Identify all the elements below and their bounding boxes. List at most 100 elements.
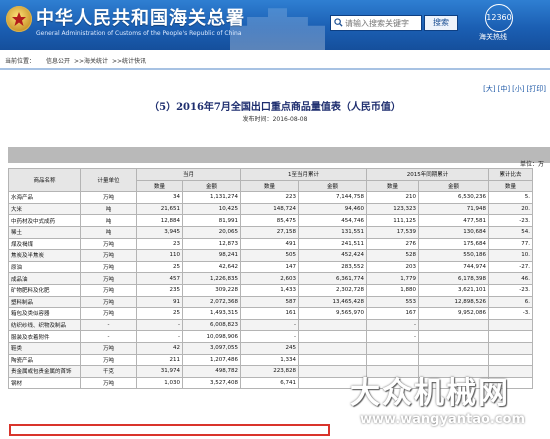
cell-ytd-qty: 2,603 (240, 272, 299, 285)
cell-ytd-qty: - (240, 318, 299, 332)
highlight-box (9, 424, 330, 436)
cell-prev-qty (366, 353, 419, 367)
cell-ytd-amt: 241,511 (298, 237, 367, 251)
cell-unit: 吨 (80, 225, 137, 239)
table-row: 陶瓷产品 万吨 211 1,207,486 1,334 (8, 353, 533, 367)
font-size-medium[interactable]: [中] (498, 85, 510, 93)
cell-prev-qty: - (366, 330, 419, 343)
table-row: 服装及衣着附件 - -10,098,906- - (8, 330, 533, 343)
cell-prev-amt (418, 330, 489, 343)
cell-ytd-amt: 131,551 (298, 225, 367, 239)
search-input[interactable] (345, 17, 419, 29)
cell-prev-qty: 276 (366, 237, 419, 251)
cell-name: 焦炭及半焦炭 (8, 249, 81, 262)
cell-unit: 千克 (80, 365, 137, 378)
cell-cmp (488, 330, 533, 343)
cell-ytd-amt: 94,460 (298, 202, 367, 216)
breadcrumb-item-info[interactable]: 信息公开 (46, 56, 70, 65)
cell-prev-qty (366, 341, 419, 355)
cell-prev-amt: 744,974 (418, 260, 489, 274)
header-divider (0, 68, 550, 70)
cell-prev-qty: - (366, 318, 419, 332)
cell-prev-amt: 3,621,101 (418, 283, 489, 297)
cell-month-qty: 25 (136, 260, 183, 274)
cell-ytd-qty: 223 (240, 191, 299, 204)
cell-name: 成品油 (8, 272, 81, 285)
cell-ytd-amt (298, 330, 367, 343)
search-button[interactable]: 搜索 (424, 15, 458, 31)
font-size-small[interactable]: [小] (512, 85, 524, 93)
hotline-label: 海关热线 (479, 33, 507, 41)
cell-unit: 万吨 (80, 353, 137, 367)
breadcrumb-item-stats[interactable]: >>海关统计 (74, 56, 108, 65)
cell-prev-amt: 9,952,086 (418, 307, 489, 320)
table-row: 水海产品 万吨 34 1,131,274 223 7,144,758 210 6,530,23… (8, 191, 533, 204)
cell-month-amt: 10,098,906 (182, 330, 241, 343)
cell-ytd-qty: 1,334 (240, 353, 299, 367)
cell-cmp: 10. (488, 249, 533, 262)
table-header-row: 商品名称 计量单位 当月 1至当月累计 2015年同期累计 累计比去 (8, 167, 533, 193)
cell-month-qty: 21,651 (136, 202, 183, 216)
cell-month-amt: 81,991 (182, 214, 241, 227)
cell-ytd-qty: - (240, 330, 299, 343)
header-prev: 2015年同期累计 (366, 168, 489, 181)
cell-ytd-amt: 13,465,428 (298, 295, 367, 309)
cell-prev-amt: 12,898,526 (418, 295, 489, 309)
cell-ytd-amt (298, 318, 367, 332)
cell-month-qty: 3,945 (136, 225, 183, 239)
table-row: 大米吨 21,651 10,425 148,724 94,460 123,323 71,94… (8, 202, 533, 216)
cell-cmp: -3. (488, 307, 533, 320)
cell-month-amt: 3,097,055 (182, 341, 241, 355)
hotline-badge[interactable]: 12360 海关热线 (475, 4, 519, 46)
cell-month-amt: 42,642 (182, 260, 241, 274)
cell-name: 大米 (8, 202, 81, 216)
cell-cmp (488, 341, 533, 355)
cell-cmp: 54. (488, 225, 533, 239)
site-title[interactable]: 中华人民共和国海关总署 (36, 4, 245, 30)
cell-unit: - (80, 330, 137, 343)
cell-prev-qty: 553 (366, 295, 419, 309)
table-row: 煤及褐煤 万吨 23 12,873 491 241,511 276 175,684 77. (8, 237, 533, 251)
table-row: 稀土吨 3,945 20,065 27,158 131,551 17,539 130,684… (8, 225, 533, 239)
cell-unit: - (80, 318, 137, 332)
cell-cmp: -27. (488, 260, 533, 274)
cell-unit: 万吨 (80, 295, 137, 309)
cell-prev-amt: 6,178,398 (418, 272, 489, 285)
cell-cmp: 5. (488, 191, 533, 204)
cell-ytd-qty: 505 (240, 249, 299, 262)
cell-unit: 万吨 (80, 341, 137, 355)
cell-name: 陶瓷产品 (8, 353, 81, 367)
subheader-qty: 数量 (136, 179, 183, 193)
cell-name: 矿物肥料及化肥 (8, 283, 81, 297)
cell-prev-amt (418, 341, 489, 355)
cell-prev-qty: 167 (366, 307, 419, 320)
cell-unit: 万吨 (80, 272, 137, 285)
cell-prev-qty: 203 (366, 260, 419, 274)
cell-prev-qty: 210 (366, 191, 419, 204)
cell-cmp: 6. (488, 295, 533, 309)
cell-month-qty: 23 (136, 237, 183, 251)
table-row: 鞋类 万吨 42 3,097,055 245 (8, 341, 533, 355)
cell-month-qty: 91 (136, 295, 183, 309)
cell-ytd-qty: 147 (240, 260, 299, 274)
subheader-amt: 金额 (298, 179, 367, 193)
cell-name: 鞋类 (8, 341, 81, 355)
font-size-large[interactable]: [大] (483, 85, 495, 93)
table-row: 原油 万吨 25 42,642 147 283,552 203 744,974 -27. (8, 260, 533, 274)
breadcrumb-item-express[interactable]: >>统计快讯 (112, 56, 146, 65)
cell-month-amt: 1,226,835 (182, 272, 241, 285)
header-unit: 计量单位 (80, 167, 137, 193)
header-cmp: 累计比去 (488, 168, 533, 181)
publish-date: 2016-08-08 (272, 116, 308, 123)
table-row: 中药材及中式成药吨 12,884 81,991 85,475 454,746 111,12… (8, 214, 533, 227)
cell-name: 原油 (8, 260, 81, 274)
cell-month-amt: 98,241 (182, 249, 241, 262)
search-box (330, 15, 422, 31)
watermark-text: 大众机械网 (350, 376, 510, 411)
cell-name: 纺织纱线、织物及制品 (8, 318, 81, 332)
print-button[interactable]: [打印] (527, 85, 546, 93)
cell-month-qty: - (136, 330, 183, 343)
cell-prev-qty: 123,323 (366, 202, 419, 216)
watermark: 大众机械网 www.wangyantao.com (330, 368, 550, 439)
table-row: 矿物肥料及化肥 万吨 235 309,228 1,433 2,302,728 1,880 3,… (8, 283, 533, 297)
